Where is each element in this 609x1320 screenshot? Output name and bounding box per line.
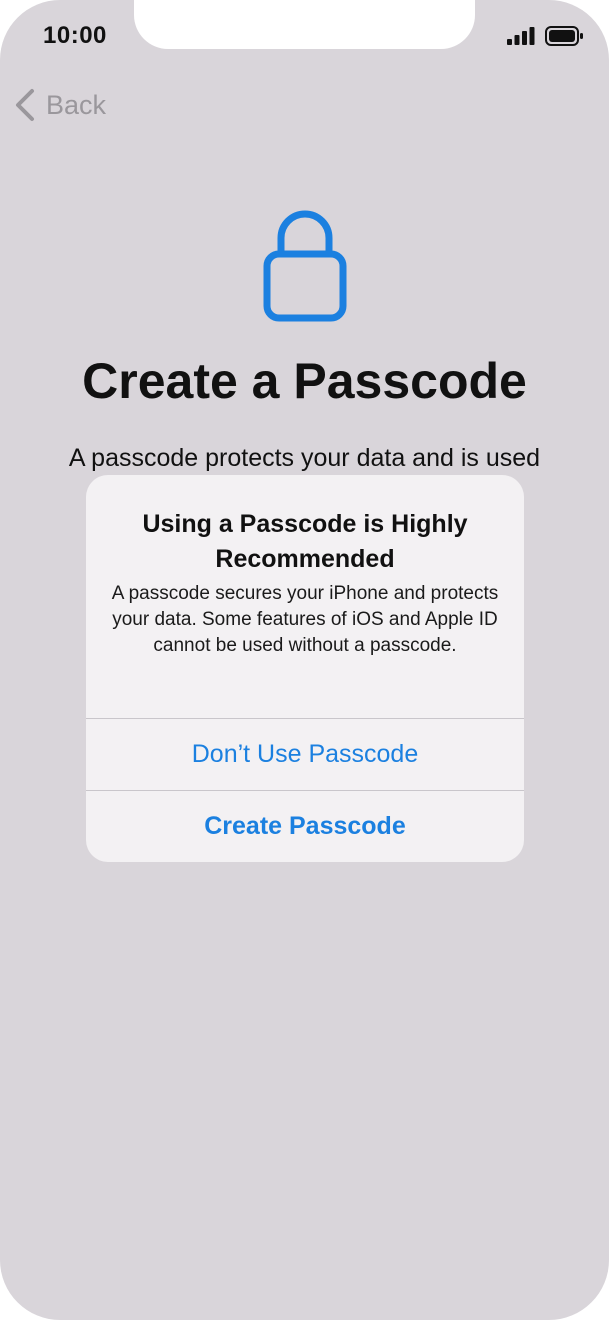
status-time: 10:00 [43, 22, 107, 49]
page-subtitle: A passcode protects your data and is use… [68, 444, 541, 472]
chevron-left-icon [16, 89, 34, 121]
cellular-signal-icon [507, 27, 535, 45]
dont-use-passcode-button[interactable]: Don’t Use Passcode [86, 719, 524, 790]
battery-icon [545, 26, 583, 46]
alert-title: Using a Passcode is Highly Recommended [142, 510, 468, 573]
status-icons [507, 26, 583, 46]
phone-screen: 10:00 Back Create a Passcode A passcode … [0, 0, 609, 1320]
notch [134, 0, 475, 49]
back-button[interactable]: Back [14, 88, 106, 122]
back-label: Back [46, 89, 107, 120]
create-passcode-button[interactable]: Create Passcode [86, 791, 524, 862]
alert-dialog: Using a Passcode is Highly Recommended A… [86, 475, 524, 862]
page-title: Create a Passcode [82, 353, 527, 409]
lock-icon [263, 210, 347, 322]
alert-message: A passcode secures your iPhone and prote… [111, 583, 499, 656]
